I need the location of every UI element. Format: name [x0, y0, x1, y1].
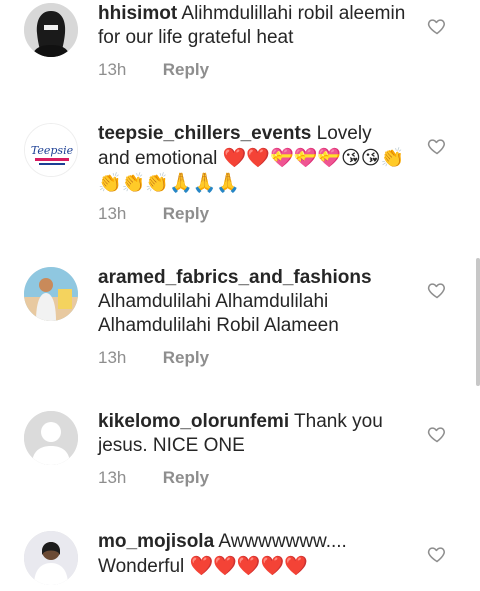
reply-button[interactable]: Reply	[163, 468, 209, 487]
avatar[interactable]: Teepsie	[24, 123, 78, 177]
comment-time: 13h	[98, 60, 127, 79]
comment-text: Alhamdulilahi Alhamdulilahi Alhamdulilah…	[98, 291, 339, 336]
comment-username[interactable]: hhisimot	[98, 3, 177, 24]
like-heart-icon[interactable]	[427, 280, 447, 300]
comment-body: aramed_fabrics_and_fashions Alhamdulilah…	[98, 266, 408, 338]
default-avatar-icon	[24, 411, 78, 465]
comments-feed: hhisimot Alihmdulillahi robil aleemin fo…	[0, 0, 480, 591]
reply-button[interactable]: Reply	[163, 204, 209, 223]
comment-meta: 13h Reply	[98, 468, 209, 488]
avatar[interactable]	[24, 411, 78, 465]
avatar-image: Teepsie	[25, 124, 77, 176]
comment-meta: 13h Reply	[98, 204, 209, 224]
avatar-image	[24, 267, 78, 321]
avatar-logo-text: Teepsie	[31, 144, 74, 157]
like-heart-icon[interactable]	[427, 16, 447, 36]
reply-button[interactable]: Reply	[163, 348, 209, 367]
avatar-image	[24, 531, 78, 585]
avatar[interactable]	[24, 531, 78, 585]
comment-meta: 13h Reply	[98, 60, 209, 80]
comment-emoji: ❤️❤️❤️❤️❤️	[189, 555, 308, 577]
comment-username[interactable]: mo_mojisola	[98, 531, 214, 552]
comment-username[interactable]: kikelomo_olorunfemi	[98, 411, 289, 432]
avatar[interactable]	[24, 3, 78, 57]
comment-username[interactable]: aramed_fabrics_and_fashions	[98, 267, 372, 288]
comment-body: mo_mojisola Awwwwwww.... Wonderful ❤️❤️❤…	[98, 530, 408, 579]
like-heart-icon[interactable]	[427, 136, 447, 156]
comment-body: hhisimot Alihmdulillahi robil aleemin fo…	[98, 2, 408, 50]
avatar-image	[24, 3, 78, 57]
comment-username[interactable]: teepsie_chillers_events	[98, 123, 311, 144]
like-heart-icon[interactable]	[427, 424, 447, 444]
comment-time: 13h	[98, 348, 127, 367]
scrollbar[interactable]	[476, 258, 480, 386]
reply-button[interactable]: Reply	[163, 60, 209, 79]
comment-body: teepsie_chillers_events Lovely and emoti…	[98, 122, 408, 196]
comment-meta: 13h Reply	[98, 348, 209, 368]
comment-time: 13h	[98, 204, 127, 223]
comment-body: kikelomo_olorunfemi Thank you jesus. NIC…	[98, 410, 408, 458]
comment-time: 13h	[98, 468, 127, 487]
avatar[interactable]	[24, 267, 78, 321]
like-heart-icon[interactable]	[427, 544, 447, 564]
